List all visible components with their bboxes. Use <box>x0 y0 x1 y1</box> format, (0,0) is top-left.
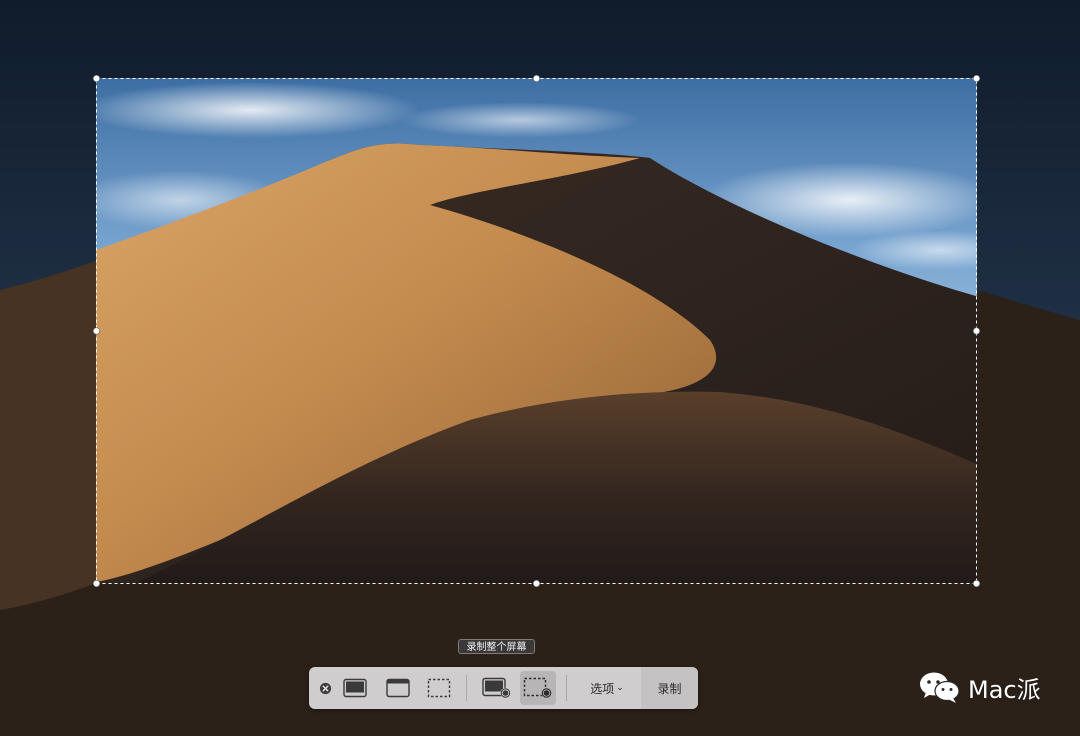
window-icon <box>386 678 410 698</box>
close-button[interactable] <box>317 671 333 705</box>
record-entire-screen-button[interactable] <box>479 671 515 705</box>
resize-handle-top-left[interactable] <box>92 74 101 83</box>
capture-entire-screen-button[interactable] <box>339 671 371 705</box>
resize-handle-left[interactable] <box>92 327 101 335</box>
record-selected-portion-button[interactable] <box>520 671 556 705</box>
selection-frame[interactable] <box>0 0 1080 736</box>
resize-handle-right[interactable] <box>972 327 981 335</box>
desktop: 录制整个屏幕 选项 ⌄ 录制 Mac派 <box>0 0 1080 736</box>
resize-handle-bottom[interactable] <box>532 579 541 588</box>
screen-icon <box>343 678 367 698</box>
resize-handle-bottom-right[interactable] <box>972 579 981 588</box>
record-button[interactable]: 录制 <box>641 667 698 709</box>
tooltip: 录制整个屏幕 <box>458 639 535 654</box>
wechat-icon <box>920 672 960 703</box>
chevron-down-icon: ⌄ <box>616 683 624 693</box>
resize-handle-top[interactable] <box>532 74 541 83</box>
screenshot-toolbar: 选项 ⌄ 录制 <box>309 667 698 709</box>
record-label: 录制 <box>657 681 682 696</box>
options-menu-button[interactable]: 选项 ⌄ <box>575 671 639 705</box>
resize-handle-bottom-left[interactable] <box>92 579 101 588</box>
capture-selected-window-button[interactable] <box>382 671 414 705</box>
resize-handle-top-right[interactable] <box>972 74 981 83</box>
capture-selected-portion-button[interactable] <box>423 671 455 705</box>
record-selection-icon <box>523 677 552 699</box>
close-icon <box>319 682 331 694</box>
options-label: 选项 <box>590 681 615 696</box>
toolbar-divider <box>466 675 467 701</box>
toolbar-divider <box>566 675 567 701</box>
watermark-text: Mac派 <box>968 675 1041 704</box>
watermark: Mac派 <box>918 670 1041 704</box>
record-screen-icon <box>482 677 511 699</box>
selection-icon <box>427 678 451 698</box>
